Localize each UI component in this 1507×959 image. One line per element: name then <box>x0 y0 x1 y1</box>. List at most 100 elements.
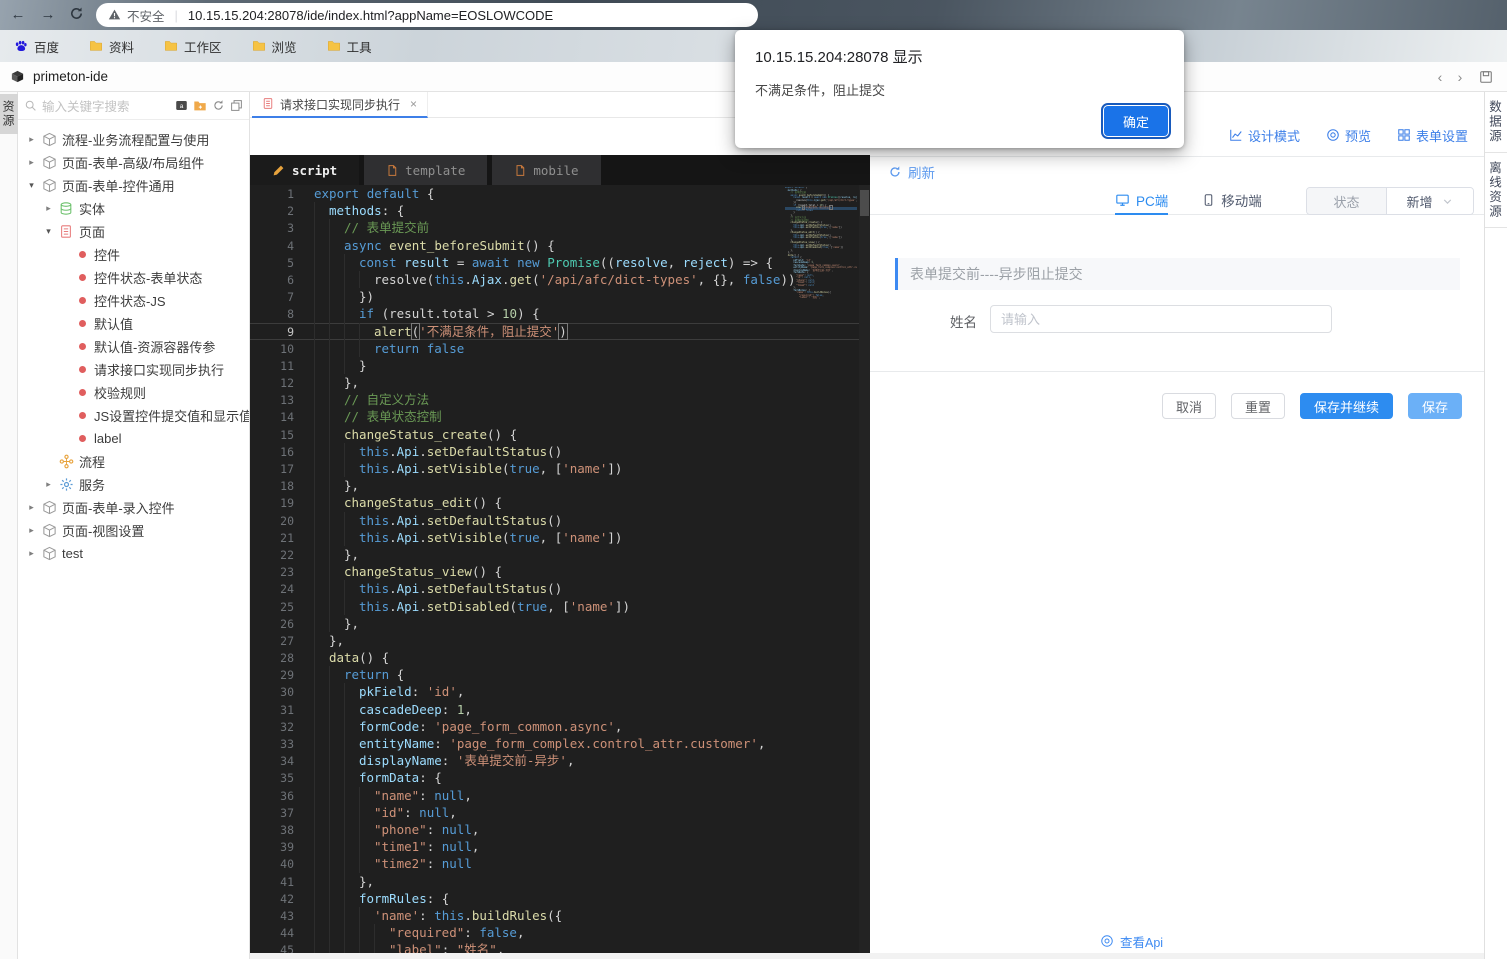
code-line[interactable]: 43'name': this.buildRules({ <box>250 907 870 924</box>
cancel-button[interactable]: 取消 <box>1162 393 1216 419</box>
page-hscroll[interactable] <box>250 953 1507 959</box>
scrollbar-thumb[interactable] <box>860 190 869 216</box>
code-line[interactable]: 35formData: { <box>250 769 870 786</box>
code-line[interactable]: 8if (result.total > 10) { <box>250 305 870 322</box>
code-line[interactable]: 12}, <box>250 374 870 391</box>
code-line[interactable]: 17this.Api.setVisible(true, ['name']) <box>250 460 870 477</box>
code-line[interactable]: 19changeStatus_edit() { <box>250 494 870 511</box>
nav-forward-icon[interactable]: › <box>1451 68 1469 86</box>
editor-tab-mobile[interactable]: mobile <box>492 155 600 185</box>
bookmark-item[interactable]: 浏览 <box>252 37 297 56</box>
code-line[interactable]: 27}, <box>250 632 870 649</box>
tree-item[interactable]: ▸服务 <box>18 473 249 496</box>
code-line[interactable]: 6resolve(this.Ajax.get('/api/afc/dict-ty… <box>250 271 870 288</box>
tree-item[interactable]: 请求接口实现同步执行 <box>18 358 249 381</box>
code-line[interactable]: 21this.Api.setVisible(true, ['name']) <box>250 529 870 546</box>
new-folder-icon[interactable] <box>193 98 207 113</box>
code-line[interactable]: 11} <box>250 357 870 374</box>
back-icon[interactable]: ← <box>6 3 30 27</box>
tree-item[interactable]: ▸页面-表单-录入控件 <box>18 496 249 519</box>
toolbar-link-form-settings[interactable]: 表单设置 <box>1397 126 1468 145</box>
code-line[interactable]: 22}, <box>250 546 870 563</box>
nav-back-icon[interactable]: ‹ <box>1431 68 1449 86</box>
bookmark-item[interactable]: 百度 <box>14 37 59 56</box>
status-select[interactable]: 新增 <box>1387 188 1473 214</box>
view-api-link[interactable]: 查看Api <box>1100 932 1163 951</box>
tree-item[interactable]: ▾页面 <box>18 220 249 243</box>
code-line[interactable]: 14// 表单状态控制 <box>250 408 870 425</box>
tree-item[interactable]: ▸流程-业务流程配置与使用 <box>18 128 249 151</box>
tree-item[interactable]: ▸实体 <box>18 197 249 220</box>
code-line[interactable]: 9alert('不满足条件，阻止提交') <box>250 323 870 340</box>
toolbar-link-preview[interactable]: 预览 <box>1326 126 1371 145</box>
tree-item[interactable]: 默认值 <box>18 312 249 335</box>
caret-down-icon[interactable]: ▾ <box>26 180 37 191</box>
tree-item[interactable]: ▸test <box>18 542 249 565</box>
ok-button[interactable]: 确定 <box>1104 106 1168 136</box>
code-line[interactable]: 29return { <box>250 666 870 683</box>
reload-icon[interactable] <box>64 3 88 27</box>
code-line[interactable]: 30pkField: 'id', <box>250 683 870 700</box>
collapse-all-icon[interactable] <box>230 98 243 113</box>
save-and-continue-button[interactable]: 保存并继续 <box>1300 393 1393 419</box>
caret-right-icon[interactable]: ▸ <box>26 502 37 513</box>
code-line[interactable]: 24this.Api.setDefaultStatus() <box>250 580 870 597</box>
reset-button[interactable]: 重置 <box>1231 393 1285 419</box>
code-line[interactable]: 44"required": false, <box>250 924 870 941</box>
caret-right-icon[interactable]: ▸ <box>43 479 54 490</box>
caret-right-icon[interactable]: ▸ <box>43 203 54 214</box>
editor-tab-script[interactable]: script <box>250 155 359 185</box>
code-line[interactable]: 42formRules: { <box>250 890 870 907</box>
document-tab-active[interactable]: 请求接口实现同步执行 × <box>252 92 428 118</box>
code-line[interactable]: 39"time1": null, <box>250 838 870 855</box>
tree-item[interactable]: 控件 <box>18 243 249 266</box>
tree-item[interactable]: 校验规则 <box>18 381 249 404</box>
code-line[interactable]: 15changeStatus_create() { <box>250 426 870 443</box>
code-line[interactable]: 33entityName: 'page_form_complex.control… <box>250 735 870 752</box>
tree-item[interactable]: 控件状态-表单状态 <box>18 266 249 289</box>
address-bar[interactable]: 不安全 | 10.15.15.204:28078/ide/index.html?… <box>96 3 758 27</box>
code-line[interactable]: 16this.Api.setDefaultStatus() <box>250 443 870 460</box>
translate-icon[interactable]: a <box>175 98 188 113</box>
code-line[interactable]: 4async event_beforeSubmit() { <box>250 237 870 254</box>
code-line[interactable]: 10return false <box>250 340 870 357</box>
code-line[interactable]: 2methods: { <box>250 202 870 219</box>
tree-item[interactable]: label <box>18 427 249 450</box>
caret-right-icon[interactable]: ▸ <box>26 157 37 168</box>
forward-icon[interactable]: → <box>36 3 60 27</box>
toolbar-link-design-mode[interactable]: 设计模式 <box>1229 126 1300 145</box>
code-area[interactable]: 1export default {2methods: {3// 表单提交前4as… <box>250 185 870 959</box>
code-line[interactable]: 31cascadeDeep: 1, <box>250 701 870 718</box>
code-line[interactable]: 41}, <box>250 873 870 890</box>
code-line[interactable]: 5const result = await new Promise((resol… <box>250 254 870 271</box>
editor-scrollbar[interactable] <box>859 185 870 959</box>
code-line[interactable]: 37"id": null, <box>250 804 870 821</box>
right-strip-tab-datasource[interactable]: 数据源 <box>1485 92 1507 153</box>
code-line[interactable]: 38"phone": null, <box>250 821 870 838</box>
bookmark-item[interactable]: 资料 <box>89 37 134 56</box>
code-line[interactable]: 36"name": null, <box>250 787 870 804</box>
code-line[interactable]: 26}, <box>250 615 870 632</box>
code-line[interactable]: 1export default { <box>250 185 870 202</box>
close-icon[interactable]: × <box>410 97 417 111</box>
tree-item[interactable]: 流程 <box>18 450 249 473</box>
tree-item[interactable]: ▸页面-表单-高级/布局组件 <box>18 151 249 174</box>
code-line[interactable]: 40"time2": null <box>250 855 870 872</box>
code-line[interactable]: 13// 自定义方法 <box>250 391 870 408</box>
save-button[interactable]: 保存 <box>1408 393 1462 419</box>
caret-right-icon[interactable]: ▸ <box>26 548 37 559</box>
tree-item[interactable]: ▸页面-视图设置 <box>18 519 249 542</box>
bookmark-item[interactable]: 工作区 <box>164 37 222 56</box>
code-line[interactable]: 32formCode: 'page_form_common.async', <box>250 718 870 735</box>
resource-strip-tab[interactable]: 资源 <box>0 94 18 134</box>
name-input[interactable] <box>990 305 1332 333</box>
code-line[interactable]: 25this.Api.setDisabled(true, ['name']) <box>250 598 870 615</box>
tree-item[interactable]: ▾页面-表单-控件通用 <box>18 174 249 197</box>
caret-down-icon[interactable]: ▾ <box>43 226 54 237</box>
code-line[interactable]: 7}) <box>250 288 870 305</box>
tree-item[interactable]: 控件状态-JS <box>18 289 249 312</box>
save-icon[interactable] <box>1477 68 1495 86</box>
caret-right-icon[interactable]: ▸ <box>26 134 37 145</box>
code-line[interactable]: 28data() { <box>250 649 870 666</box>
bookmark-item[interactable]: 工具 <box>327 37 372 56</box>
